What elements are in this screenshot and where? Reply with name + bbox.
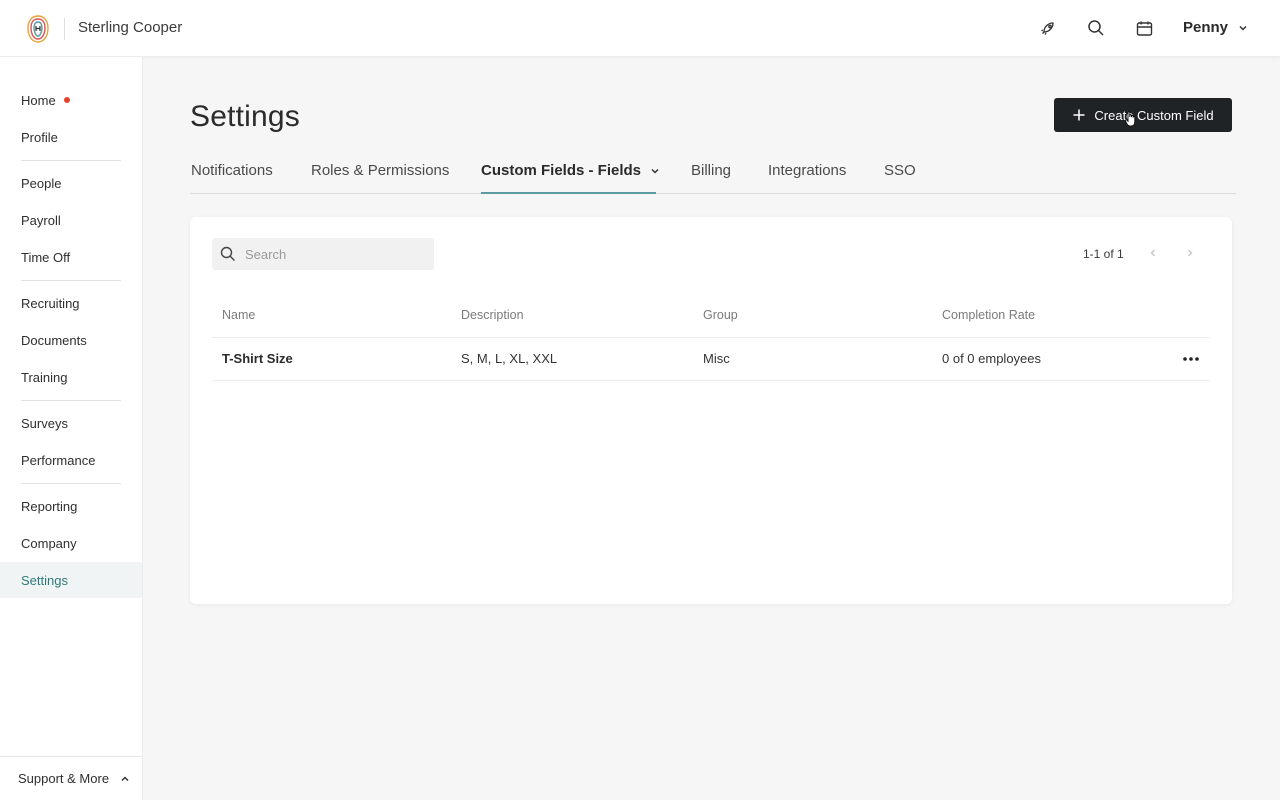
- sidebar-item-surveys[interactable]: Surveys: [0, 405, 142, 441]
- sidebar-item-documents[interactable]: Documents: [0, 322, 142, 358]
- column-header-description[interactable]: Description: [461, 308, 524, 322]
- search-input[interactable]: [245, 246, 425, 262]
- next-page-button[interactable]: [1182, 245, 1198, 261]
- top-bar: Sterling Cooper Penny: [0, 0, 1280, 57]
- tab-integrations[interactable]: Integrations: [768, 162, 846, 179]
- field-name[interactable]: T-Shirt Size: [222, 351, 293, 366]
- sidebar-item-profile[interactable]: Profile: [0, 119, 142, 155]
- chevron-left-icon: [1150, 249, 1155, 257]
- settings-tabs: Notifications Roles & Permissions Custom…: [190, 150, 1236, 194]
- row-divider: [212, 380, 1210, 381]
- tab-sso[interactable]: SSO: [884, 162, 916, 179]
- pagination-label: 1-1 of 1: [1083, 247, 1124, 261]
- sidebar-item-reporting[interactable]: Reporting: [0, 488, 142, 524]
- brand-divider: [64, 18, 65, 40]
- rocket-icon[interactable]: [1037, 17, 1059, 39]
- sidebar-item-company[interactable]: Company: [0, 525, 142, 561]
- plus-icon: [1073, 109, 1085, 121]
- hand-cursor-icon: [1124, 111, 1136, 127]
- sidebar-item-settings[interactable]: Settings: [0, 562, 142, 598]
- field-group: Misc: [703, 351, 730, 366]
- search-icon[interactable]: [1085, 17, 1107, 39]
- sidebar-item-performance[interactable]: Performance: [0, 442, 142, 478]
- chevron-down-icon: [1239, 25, 1247, 31]
- column-header-group[interactable]: Group: [703, 308, 738, 322]
- tab-notifications[interactable]: Notifications: [191, 162, 273, 179]
- custom-fields-card: 1-1 of 1 Name Description Group Completi…: [190, 217, 1232, 604]
- sidebar: Home Profile People Payroll Time Off Rec…: [0, 57, 143, 800]
- active-tab-indicator: [481, 192, 656, 194]
- chevron-up-icon: [121, 775, 129, 781]
- nav-divider: [21, 280, 121, 281]
- column-header-completion-rate[interactable]: Completion Rate: [942, 308, 1035, 322]
- tab-custom-fields[interactable]: Custom Fields - Fields: [481, 162, 661, 179]
- more-options-icon[interactable]: [1180, 351, 1202, 367]
- sidebar-item-people[interactable]: People: [0, 165, 142, 201]
- nav-divider: [21, 160, 121, 161]
- user-menu[interactable]: Penny: [1183, 19, 1250, 36]
- sidebar-item-time-off[interactable]: Time Off: [0, 239, 142, 275]
- create-custom-field-button[interactable]: Create Custom Field: [1054, 98, 1232, 132]
- row-divider: [212, 337, 1210, 338]
- notification-dot: [63, 97, 70, 103]
- chevron-down-icon: [651, 168, 659, 174]
- support-more-button[interactable]: Support & More: [0, 756, 142, 800]
- tab-billing[interactable]: Billing: [691, 162, 731, 179]
- search-icon: [220, 246, 235, 261]
- search-box[interactable]: [212, 238, 434, 270]
- chevron-right-icon: [1188, 249, 1193, 257]
- previous-page-button[interactable]: [1145, 245, 1161, 261]
- sidebar-item-recruiting[interactable]: Recruiting: [0, 285, 142, 321]
- sidebar-item-training[interactable]: Training: [0, 359, 142, 395]
- field-description: S, M, L, XL, XXL: [461, 351, 558, 366]
- sidebar-item-home[interactable]: Home: [0, 82, 142, 118]
- column-header-name[interactable]: Name: [222, 308, 255, 322]
- company-name[interactable]: Sterling Cooper: [78, 19, 182, 36]
- tab-roles-permissions[interactable]: Roles & Permissions: [311, 162, 449, 179]
- user-name: Penny: [1183, 19, 1229, 36]
- page-title: Settings: [190, 100, 300, 133]
- field-completion-rate: 0 of 0 employees: [942, 351, 1042, 366]
- sidebar-item-payroll[interactable]: Payroll: [0, 202, 142, 238]
- nav-divider: [21, 400, 121, 401]
- company-logo-icon[interactable]: [27, 14, 49, 44]
- nav-divider: [21, 483, 121, 484]
- calendar-icon[interactable]: [1133, 17, 1155, 39]
